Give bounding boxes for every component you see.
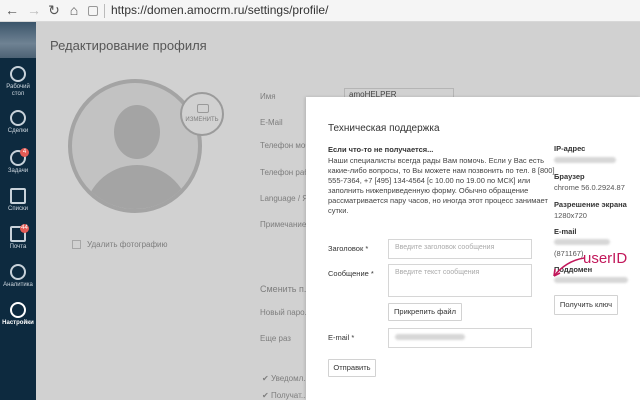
subject-label: Заголовок *: [328, 244, 369, 253]
send-button[interactable]: Отправить: [328, 359, 376, 377]
mail-badge: 44: [20, 224, 29, 233]
sidebar-item-analytics[interactable]: Аналитика: [0, 264, 36, 289]
resolution-label: Разрешение экрана: [554, 200, 627, 209]
modal-description: Наши специалисты всегда рады Вам помочь.…: [328, 156, 555, 215]
page-info-icon[interactable]: [88, 5, 98, 16]
address-bar[interactable]: https://domen.amocrm.ru/settings/profile…: [88, 2, 640, 19]
home-icon[interactable]: ⌂: [66, 2, 82, 18]
reload-icon[interactable]: ↻: [46, 2, 62, 18]
sidebar-item-label: Почта: [9, 244, 27, 250]
subject-input[interactable]: Введите заголовок сообщения: [388, 239, 532, 259]
email-label: E-mail *: [328, 333, 355, 342]
book-icon: [10, 188, 26, 204]
sidebar-item-mail[interactable]: 44 Почта: [0, 224, 36, 251]
resolution-value: 1280x720: [554, 211, 587, 220]
sidebar-item-tasks[interactable]: 4 Задачи: [0, 148, 36, 175]
gear-icon: [10, 302, 26, 318]
message-textarea[interactable]: Введите текст сообщения: [388, 264, 532, 297]
redacted-email: [395, 334, 465, 340]
attach-file-button[interactable]: Прикрепить файл: [388, 303, 462, 321]
url-text: https://domen.amocrm.ru/settings/profile…: [111, 3, 329, 17]
sidebar-item-settings[interactable]: Настройки: [0, 302, 36, 327]
forward-icon[interactable]: →: [26, 2, 42, 18]
message-label: Сообщение *: [328, 269, 374, 278]
browser-label: Браузер: [554, 172, 585, 181]
sidebar-item-deals[interactable]: Сделки: [0, 110, 36, 135]
redacted-ip: [554, 157, 616, 163]
info-email-label: E-mail: [554, 227, 577, 236]
modal-title: Техническая поддержка: [328, 123, 440, 134]
url-separator: [104, 3, 105, 18]
modal-subtitle: Если что-то не получается...: [328, 145, 434, 154]
browser-toolbar: ← → ↻ ⌂ https://domen.amocrm.ru/settings…: [0, 0, 640, 22]
sidebar-item-label: Рабочий стол: [6, 84, 30, 97]
annotation-label: userID: [583, 250, 628, 267]
sidebar-item-label: Списки: [8, 206, 28, 212]
back-icon[interactable]: ←: [4, 2, 20, 18]
sidebar-item-dashboard[interactable]: Рабочий стол: [0, 66, 36, 98]
sidebar-item-label: Аналитика: [3, 282, 33, 288]
browser-value: chrome 56.0.2924.87: [554, 183, 625, 192]
redacted-email-info: [554, 239, 610, 245]
email-input[interactable]: [388, 328, 532, 348]
support-modal: Техническая поддержка Если что-то не пол…: [306, 97, 640, 400]
dollar-icon: [10, 110, 26, 126]
sidebar-item-lists[interactable]: Списки: [0, 188, 36, 213]
speedometer-icon: [10, 66, 26, 82]
sidebar-item-label: Сделки: [7, 128, 29, 134]
get-key-button[interactable]: Получить ключ: [554, 295, 618, 315]
tasks-badge: 4: [20, 148, 29, 157]
brand-logo[interactable]: [0, 22, 36, 58]
ip-label: IP-адрес: [554, 144, 586, 153]
left-sidebar: Рабочий стол Сделки 4 Задачи Списки 44 П…: [0, 22, 36, 400]
chart-icon: [10, 264, 26, 280]
sidebar-item-label: Настройки: [2, 320, 34, 326]
annotation-arrow: [553, 257, 585, 277]
sidebar-item-label: Задачи: [7, 168, 29, 174]
